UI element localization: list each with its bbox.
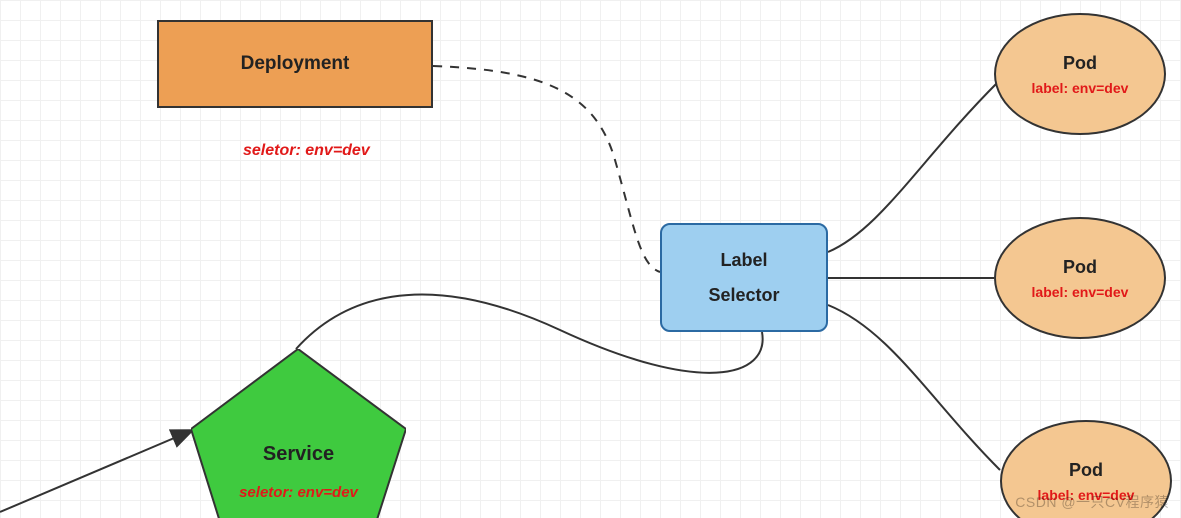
edge-selector-to-pod1 bbox=[828, 82, 998, 252]
pod-title: Pod bbox=[1063, 53, 1097, 74]
watermark-text: CSDN @一只CV程序猿 bbox=[1015, 492, 1169, 512]
service-node: Service seletor: env=dev bbox=[191, 349, 406, 518]
diagram-canvas: Deployment seletor: env=dev Label Select… bbox=[0, 0, 1181, 518]
label-selector-line1: Label bbox=[720, 250, 767, 271]
deployment-label: Deployment bbox=[241, 53, 350, 75]
label-selector-node: Label Selector bbox=[660, 223, 828, 332]
pod-title: Pod bbox=[1069, 460, 1103, 481]
pod-node-2: Pod label: env=dev bbox=[994, 217, 1166, 339]
pod-node-1: Pod label: env=dev bbox=[994, 13, 1166, 135]
edge-selector-to-pod3 bbox=[828, 305, 1000, 470]
pod-title: Pod bbox=[1063, 257, 1097, 278]
label-selector-line2: Selector bbox=[708, 285, 779, 306]
service-selector-caption: seletor: env=dev bbox=[239, 484, 358, 501]
pod-label: label: env=dev bbox=[1032, 80, 1129, 96]
deployment-node: Deployment bbox=[157, 20, 433, 108]
pod-label: label: env=dev bbox=[1032, 284, 1129, 300]
edge-deployment-to-selector bbox=[433, 66, 660, 272]
service-label: Service bbox=[263, 443, 334, 466]
edge-client-to-service bbox=[0, 430, 193, 512]
deployment-selector-caption: seletor: env=dev bbox=[243, 142, 370, 160]
